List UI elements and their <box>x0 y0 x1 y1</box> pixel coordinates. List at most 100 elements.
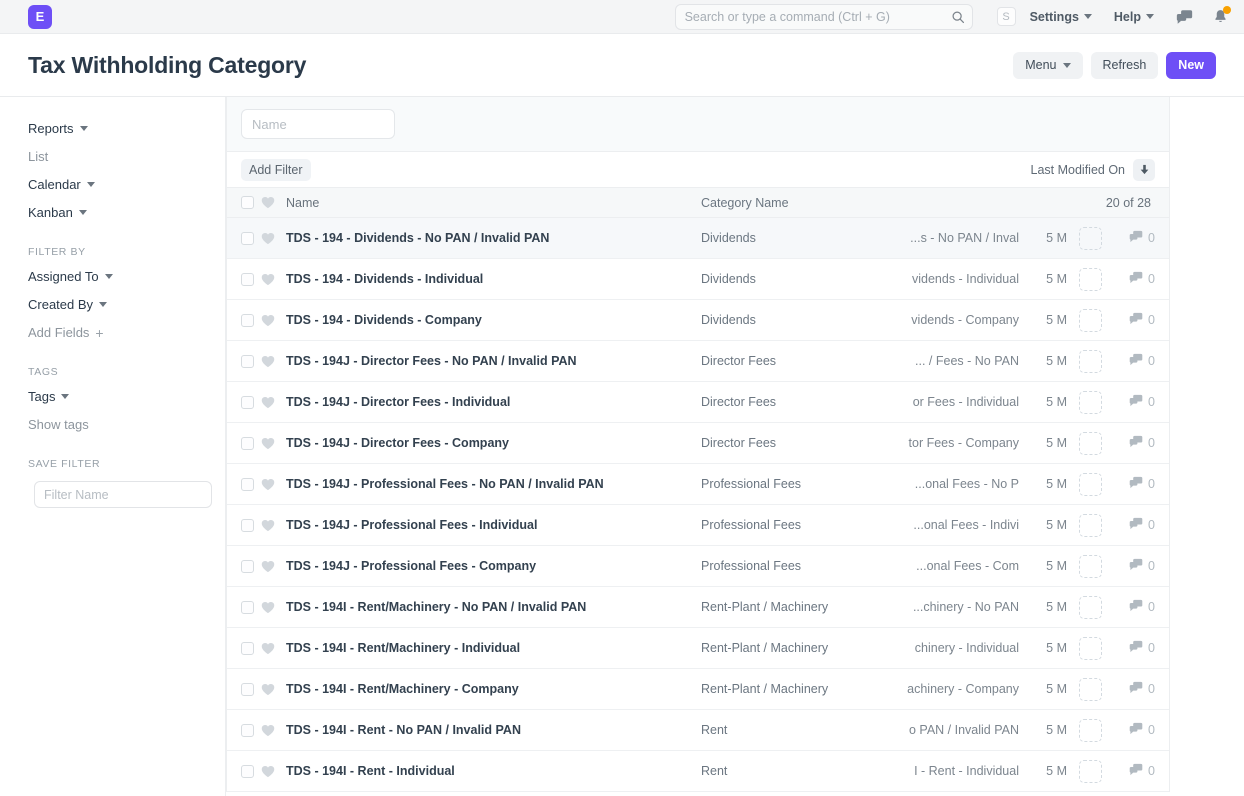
user-avatar[interactable]: S <box>997 7 1016 26</box>
sidebar-item-kanban[interactable]: Kanban <box>28 205 207 220</box>
table-row[interactable]: TDS - 194J - Professional Fees - Individ… <box>227 505 1169 546</box>
row-comments[interactable]: 0 <box>1113 640 1155 656</box>
row-comments[interactable]: 0 <box>1113 763 1155 779</box>
row-checkbox[interactable] <box>241 519 254 532</box>
table-row[interactable]: TDS - 194I - Rent - No PAN / Invalid PAN… <box>227 710 1169 751</box>
like-icon[interactable] <box>261 355 275 368</box>
nav-help[interactable]: Help <box>1114 10 1154 24</box>
row-name[interactable]: TDS - 194J - Professional Fees - Company <box>286 559 701 573</box>
name-filter-input[interactable] <box>241 109 395 139</box>
row-assignee[interactable] <box>1067 760 1113 783</box>
row-category[interactable]: Rent-Plant / Machinery <box>701 641 906 655</box>
row-category[interactable]: Dividends <box>701 313 906 327</box>
like-icon[interactable] <box>261 765 275 778</box>
row-assignee[interactable] <box>1067 473 1113 496</box>
row-assignee[interactable] <box>1067 637 1113 660</box>
row-comments[interactable]: 0 <box>1113 599 1155 615</box>
row-checkbox[interactable] <box>241 314 254 327</box>
table-row[interactable]: TDS - 194J - Professional Fees - No PAN … <box>227 464 1169 505</box>
like-icon[interactable] <box>261 232 275 245</box>
like-icon[interactable] <box>261 601 275 614</box>
row-assignee[interactable] <box>1067 391 1113 414</box>
like-icon[interactable] <box>261 683 275 696</box>
row-name[interactable]: TDS - 194I - Rent/Machinery - Individual <box>286 641 701 655</box>
row-comments[interactable]: 0 <box>1113 353 1155 369</box>
row-assignee[interactable] <box>1067 555 1113 578</box>
like-icon[interactable] <box>261 396 275 409</box>
row-comments[interactable]: 0 <box>1113 312 1155 328</box>
refresh-button[interactable]: Refresh <box>1091 52 1159 79</box>
row-name[interactable]: TDS - 194J - Director Fees - Company <box>286 436 701 450</box>
row-name[interactable]: TDS - 194J - Director Fees - No PAN / In… <box>286 354 701 368</box>
row-name[interactable]: TDS - 194J - Professional Fees - Individ… <box>286 518 701 532</box>
row-comments[interactable]: 0 <box>1113 230 1155 246</box>
sort-field-label[interactable]: Last Modified On <box>1031 163 1126 177</box>
like-icon[interactable] <box>261 519 275 532</box>
row-assignee[interactable] <box>1067 596 1113 619</box>
row-assignee[interactable] <box>1067 268 1113 291</box>
like-icon[interactable] <box>261 273 275 286</box>
row-assignee[interactable] <box>1067 432 1113 455</box>
row-checkbox[interactable] <box>241 273 254 286</box>
row-checkbox[interactable] <box>241 396 254 409</box>
row-category[interactable]: Director Fees <box>701 354 906 368</box>
row-comments[interactable]: 0 <box>1113 558 1155 574</box>
row-checkbox[interactable] <box>241 642 254 655</box>
row-comments[interactable]: 0 <box>1113 394 1155 410</box>
like-icon[interactable] <box>261 724 275 737</box>
filter-name-input[interactable] <box>34 481 212 508</box>
row-comments[interactable]: 0 <box>1113 435 1155 451</box>
row-assignee[interactable] <box>1067 227 1113 250</box>
table-row[interactable]: TDS - 194J - Director Fees - CompanyDire… <box>227 423 1169 464</box>
row-category[interactable]: Professional Fees <box>701 518 906 532</box>
row-assignee[interactable] <box>1067 719 1113 742</box>
row-name[interactable]: TDS - 194I - Rent/Machinery - No PAN / I… <box>286 600 701 614</box>
app-logo[interactable]: E <box>28 5 52 29</box>
sort-direction-button[interactable] <box>1133 159 1155 181</box>
row-checkbox[interactable] <box>241 232 254 245</box>
row-category[interactable]: Rent <box>701 723 906 737</box>
search-input[interactable] <box>675 4 973 30</box>
row-name[interactable]: TDS - 194I - Rent/Machinery - Company <box>286 682 701 696</box>
add-filter-button[interactable]: Add Filter <box>241 159 311 181</box>
column-header-name[interactable]: Name <box>286 196 701 210</box>
row-checkbox[interactable] <box>241 355 254 368</box>
row-category[interactable]: Director Fees <box>701 395 906 409</box>
like-icon[interactable] <box>261 314 275 327</box>
like-icon[interactable] <box>261 560 275 573</box>
row-comments[interactable]: 0 <box>1113 271 1155 287</box>
row-category[interactable]: Director Fees <box>701 436 906 450</box>
row-checkbox[interactable] <box>241 560 254 573</box>
row-name[interactable]: TDS - 194J - Director Fees - Individual <box>286 395 701 409</box>
row-checkbox[interactable] <box>241 437 254 450</box>
table-row[interactable]: TDS - 194J - Director Fees - IndividualD… <box>227 382 1169 423</box>
sidebar-filter-created-by[interactable]: Created By <box>28 297 207 312</box>
row-name[interactable]: TDS - 194 - Dividends - Company <box>286 313 701 327</box>
row-category[interactable]: Rent-Plant / Machinery <box>701 600 906 614</box>
like-icon[interactable] <box>261 196 275 209</box>
like-icon[interactable] <box>261 437 275 450</box>
row-checkbox[interactable] <box>241 724 254 737</box>
row-name[interactable]: TDS - 194 - Dividends - Individual <box>286 272 701 286</box>
like-icon[interactable] <box>261 642 275 655</box>
notifications-bell-icon[interactable] <box>1213 9 1228 25</box>
table-row[interactable]: TDS - 194 - Dividends - CompanyDividends… <box>227 300 1169 341</box>
table-row[interactable]: TDS - 194I - Rent - IndividualRentI - Re… <box>227 751 1169 792</box>
row-comments[interactable]: 0 <box>1113 517 1155 533</box>
row-category[interactable]: Rent <box>701 764 906 778</box>
select-all-checkbox[interactable] <box>241 196 254 209</box>
table-row[interactable]: TDS - 194I - Rent/Machinery - No PAN / I… <box>227 587 1169 628</box>
nav-settings[interactable]: Settings <box>1030 10 1092 24</box>
column-header-category[interactable]: Category Name <box>701 196 906 210</box>
row-comments[interactable]: 0 <box>1113 476 1155 492</box>
sidebar-tags-dropdown[interactable]: Tags <box>28 389 207 404</box>
like-icon[interactable] <box>261 478 275 491</box>
row-name[interactable]: TDS - 194I - Rent - No PAN / Invalid PAN <box>286 723 701 737</box>
row-category[interactable]: Professional Fees <box>701 477 906 491</box>
row-category[interactable]: Professional Fees <box>701 559 906 573</box>
row-assignee[interactable] <box>1067 678 1113 701</box>
sidebar-show-tags[interactable]: Show tags <box>28 417 207 432</box>
sidebar-item-calendar[interactable]: Calendar <box>28 177 207 192</box>
table-row[interactable]: TDS - 194J - Professional Fees - Company… <box>227 546 1169 587</box>
table-row[interactable]: TDS - 194 - Dividends - No PAN / Invalid… <box>227 218 1169 259</box>
